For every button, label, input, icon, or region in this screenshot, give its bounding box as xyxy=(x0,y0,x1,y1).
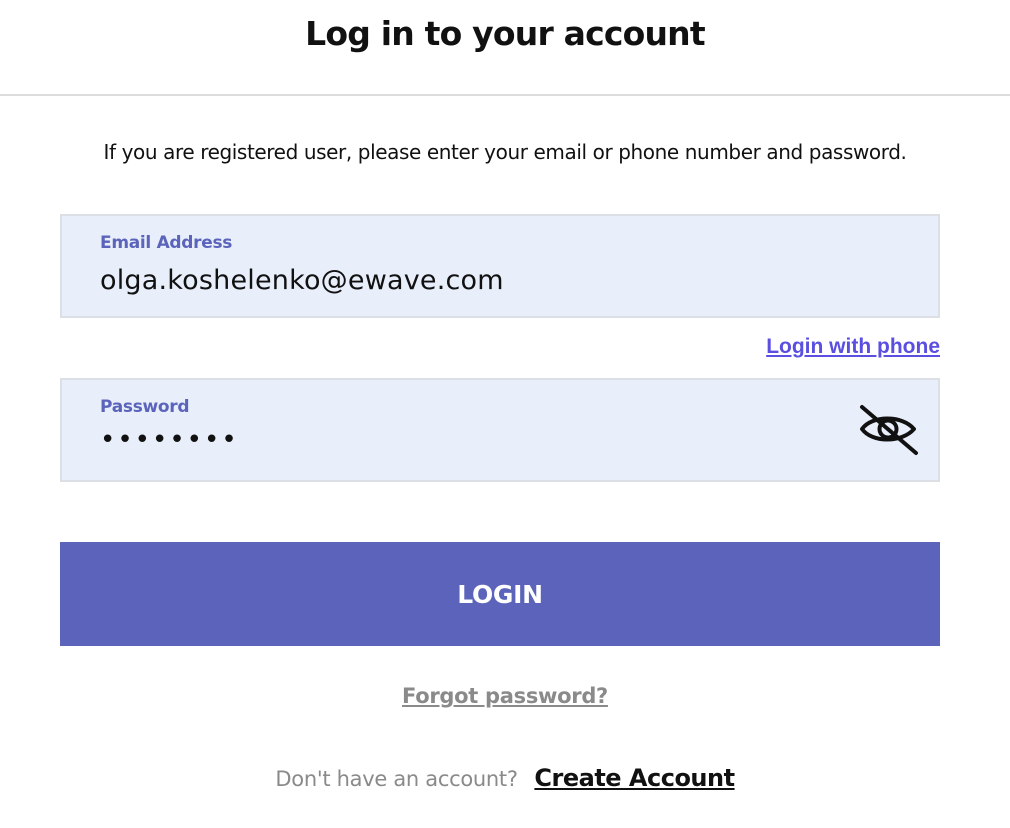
login-with-phone-link[interactable]: Login with phone xyxy=(766,335,940,359)
password-input[interactable] xyxy=(100,422,840,458)
email-input[interactable] xyxy=(100,262,840,298)
page-title: Log in to your account xyxy=(305,14,706,53)
signup-prompt: Don't have an account? xyxy=(275,767,518,791)
eye-slash-icon[interactable] xyxy=(858,404,920,456)
page-header: Log in to your account xyxy=(0,0,1010,96)
intro-text: If you are registered user, please enter… xyxy=(103,140,907,164)
signup-row: Don't have an account? Create Account xyxy=(0,764,1010,792)
email-field[interactable]: Email Address xyxy=(60,214,940,318)
forgot-password-link[interactable]: Forgot password? xyxy=(402,684,608,708)
login-page: Log in to your account If you are regist… xyxy=(0,0,1010,828)
email-field-label: Email Address xyxy=(100,233,233,253)
password-field-label: Password xyxy=(100,397,190,417)
login-button[interactable]: LOGIN xyxy=(60,542,940,646)
forgot-password-row: Forgot password? xyxy=(0,684,1010,708)
create-account-link[interactable]: Create Account xyxy=(534,764,735,792)
password-field[interactable]: Password xyxy=(60,378,940,482)
